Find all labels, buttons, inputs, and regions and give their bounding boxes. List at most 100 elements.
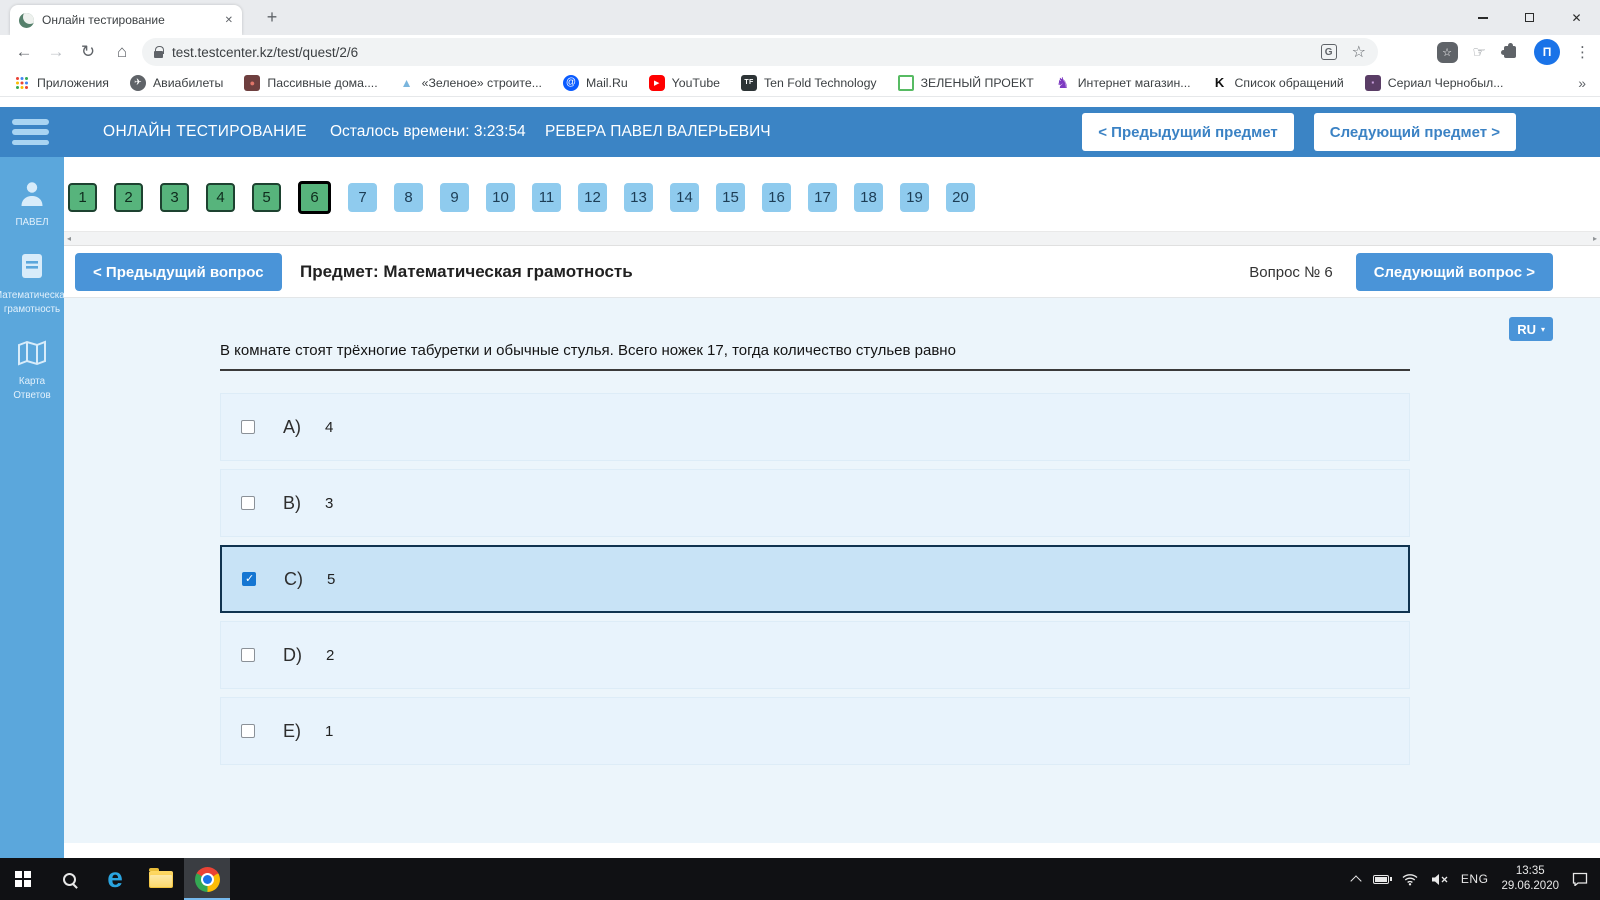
folder-icon — [149, 867, 173, 888]
option-value: 4 — [325, 418, 334, 436]
question-18-button[interactable]: 18 — [854, 183, 883, 212]
battery-icon[interactable] — [1372, 874, 1392, 884]
sidebar-item-answer-map[interactable]: Карта Ответов — [0, 340, 64, 403]
bookmark-label: Ten Fold Technology — [764, 75, 877, 90]
chrome-icon — [194, 866, 220, 892]
page-top-margin — [0, 97, 1600, 107]
question-6-button[interactable]: 6 — [298, 181, 331, 214]
answer-option-row[interactable]: E) 1 — [220, 697, 1410, 765]
scroll-right-icon[interactable]: ▸ — [1593, 234, 1597, 243]
next-question-button[interactable]: Следующий вопрос > — [1355, 253, 1553, 291]
start-button[interactable] — [0, 858, 46, 900]
forward-icon[interactable]: → — [42, 35, 70, 69]
search-icon — [62, 872, 76, 886]
extension-star-icon[interactable]: ☆ — [1436, 41, 1458, 63]
bookmark-item[interactable]: ▶ YouTube — [648, 74, 720, 91]
option-checkbox[interactable] — [241, 496, 255, 510]
taskbar-explorer-button[interactable] — [138, 858, 184, 900]
profile-avatar[interactable]: П — [1534, 39, 1560, 65]
sidebar-item-subject[interactable]: Математическая грамотность — [0, 252, 70, 317]
option-letter: C) — [284, 568, 303, 589]
horizontal-scrollbar[interactable]: ◂ ▸ — [64, 231, 1600, 246]
question-14-button[interactable]: 14 — [670, 183, 699, 212]
question-8-button[interactable]: 8 — [394, 183, 423, 212]
answer-option-row[interactable]: C) 5 — [220, 545, 1410, 613]
question-9-button[interactable]: 9 — [440, 183, 469, 212]
volume-muted-icon[interactable] — [1431, 873, 1448, 886]
sidebar-item-user[interactable]: ПАВЕЛ — [0, 179, 64, 230]
question-17-button[interactable]: 17 — [808, 183, 837, 212]
taskbar-search-button[interactable] — [46, 858, 92, 900]
maximize-button[interactable] — [1506, 0, 1553, 35]
toolbar-extensions: ☆ ☞ П ⋮ — [1436, 35, 1590, 69]
answer-option-row[interactable]: A) 4 — [220, 393, 1410, 461]
close-button[interactable]: ✕ — [1553, 0, 1600, 35]
question-15-button[interactable]: 15 — [716, 183, 745, 212]
taskbar-chrome-button[interactable] — [184, 858, 230, 900]
question-13-button[interactable]: 13 — [624, 183, 653, 212]
extensions-puzzle-icon[interactable] — [1501, 43, 1516, 58]
taskbar-clock[interactable]: 13:35 29.06.2020 — [1501, 864, 1559, 894]
bookmark-item[interactable]: Приложения — [14, 75, 109, 91]
question-2-button[interactable]: 2 — [114, 183, 143, 212]
bookmark-label: YouTube — [671, 75, 720, 90]
bookmark-item[interactable]: @ Mail.Ru — [562, 74, 628, 91]
back-icon[interactable]: ← — [10, 35, 38, 69]
option-checkbox[interactable] — [241, 724, 255, 738]
bookmark-item[interactable]: ▪ Сериал Чернобыл... — [1364, 74, 1503, 91]
prev-subject-button[interactable]: < Предыдущий предмет — [1082, 113, 1294, 151]
home-icon[interactable]: ⌂ — [108, 35, 136, 69]
translate-icon[interactable]: G — [1320, 44, 1337, 60]
question-19-button[interactable]: 19 — [900, 183, 929, 212]
bookmark-item[interactable]: ЗЕЛЕНЫЙ ПРОЕКТ — [897, 74, 1034, 91]
language-selector[interactable]: RU ▾ — [1509, 317, 1553, 341]
bookmark-item[interactable]: ● Пассивные дома.... — [244, 74, 378, 91]
windows-icon — [15, 871, 31, 887]
bookmark-label: Пассивные дома.... — [267, 75, 378, 90]
question-7-button[interactable]: 7 — [348, 183, 377, 212]
answer-option-row[interactable]: D) 2 — [220, 621, 1410, 689]
tab-close-icon[interactable]: ✕ — [225, 15, 233, 26]
browser-menu-icon[interactable]: ⋮ — [1575, 43, 1590, 61]
browser-tab[interactable]: Онлайн тестирование ✕ — [10, 5, 242, 35]
bookmark-star-icon[interactable]: ☆ — [1352, 42, 1366, 62]
question-20-button[interactable]: 20 — [946, 183, 975, 212]
extension-hand-icon[interactable]: ☞ — [1473, 43, 1486, 61]
question-10-button[interactable]: 10 — [486, 183, 515, 212]
prev-question-button[interactable]: < Предыдущий вопрос — [75, 253, 282, 291]
edge-icon: e — [107, 861, 123, 893]
bookmarks-bar: Приложения ✈ Авиабилеты ● Пассивные дома....… — [0, 69, 1600, 97]
answer-option-row[interactable]: B) 3 — [220, 469, 1410, 537]
option-checkbox[interactable] — [241, 648, 255, 662]
notification-icon[interactable] — [1572, 872, 1588, 886]
new-tab-button[interactable]: + — [260, 6, 284, 30]
bookmark-item[interactable]: ♞ Интернет магазин... — [1055, 75, 1191, 91]
question-1-button[interactable]: 1 — [68, 183, 97, 212]
bookmark-item[interactable]: ▲ «Зеленое» строите... — [399, 75, 542, 91]
bookmark-item[interactable]: K Список обращений — [1212, 75, 1344, 91]
question-3-button[interactable]: 3 — [160, 183, 189, 212]
apps-icon — [14, 75, 30, 91]
input-language[interactable]: ENG — [1461, 872, 1489, 886]
bookmark-label: Mail.Ru — [585, 75, 628, 90]
taskbar-edge-button[interactable]: e — [92, 858, 138, 900]
option-checkbox[interactable] — [242, 572, 256, 586]
scroll-left-icon[interactable]: ◂ — [67, 234, 71, 243]
question-12-button[interactable]: 12 — [578, 183, 607, 212]
question-4-button[interactable]: 4 — [206, 183, 235, 212]
refresh-icon[interactable]: ↻ — [74, 35, 102, 69]
tray-chevron-up-icon[interactable] — [1350, 875, 1362, 887]
question-5-button[interactable]: 5 — [252, 183, 281, 212]
bookmark-item[interactable]: ✈ Авиабилеты — [129, 74, 223, 91]
question-11-button[interactable]: 11 — [532, 183, 561, 212]
question-16-button[interactable]: 16 — [762, 183, 791, 212]
option-checkbox[interactable] — [241, 420, 255, 434]
bookmark-item[interactable]: TF Ten Fold Technology — [741, 74, 877, 91]
address-bar[interactable]: test.testcenter.kz/test/quest/2/6 G ☆ — [142, 38, 1378, 66]
browser-toolbar: ← → ↻ ⌂ test.testcenter.kz/test/quest/2/… — [0, 35, 1600, 69]
minimize-button[interactable] — [1459, 0, 1506, 35]
wifi-icon[interactable] — [1402, 873, 1418, 886]
next-subject-button[interactable]: Следующий предмет > — [1313, 113, 1516, 151]
bookmarks-overflow-icon[interactable]: » — [1578, 75, 1586, 91]
hamburger-menu-icon[interactable] — [12, 119, 49, 145]
